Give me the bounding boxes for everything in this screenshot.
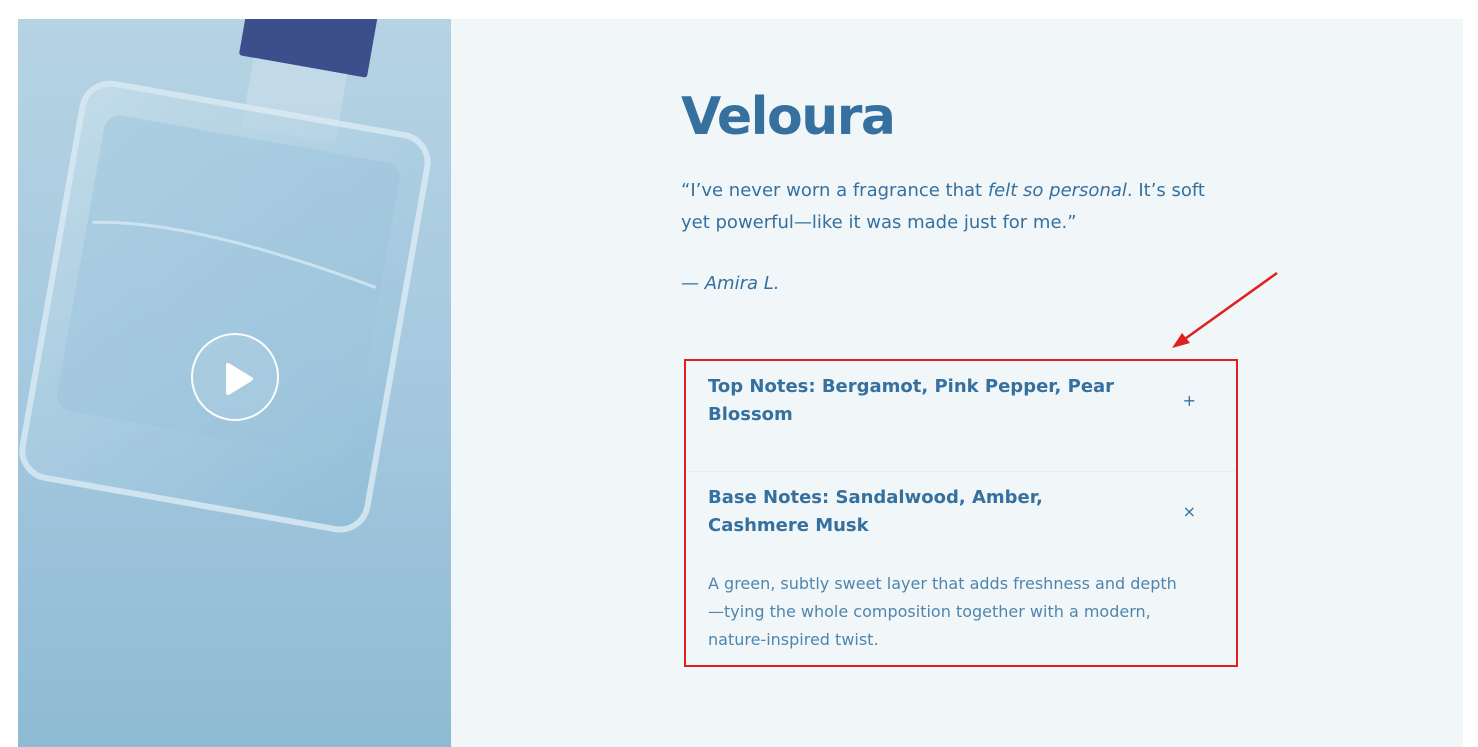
product-video[interactable] <box>18 19 451 747</box>
accordion-title: Base Notes: Sandalwood, Amber, Cashmere … <box>708 487 1043 536</box>
accordion-body: A green, subtly sweet layer that adds fr… <box>708 574 1177 649</box>
testimonial-author: — Amira L. <box>681 273 780 294</box>
fragrance-notes-accordion: Top Notes: Bergamot, Pink Pepper, Pear B… <box>686 361 1236 654</box>
accordion-item-top-notes: Top Notes: Bergamot, Pink Pepper, Pear B… <box>686 361 1236 471</box>
testimonial-panel: Veloura “I’ve never worn a fragrance tha… <box>451 19 1463 747</box>
play-icon <box>226 363 253 395</box>
accordion-header-base-notes[interactable]: Base Notes: Sandalwood, Amber, Cashmere … <box>686 472 1236 582</box>
accordion-header-top-notes[interactable]: Top Notes: Bergamot, Pink Pepper, Pear B… <box>686 361 1236 471</box>
testimonial-quote: “I’ve never worn a fragrance that felt s… <box>681 175 1221 239</box>
accordion-item-base-notes: Base Notes: Sandalwood, Amber, Cashmere … <box>686 472 1236 654</box>
collapse-icon[interactable]: × <box>1183 502 1196 521</box>
quote-emphasis: felt so personal <box>987 180 1127 201</box>
product-title: Veloura <box>681 87 896 147</box>
play-button[interactable] <box>191 333 279 421</box>
quote-text-start: “I’ve never worn a fragrance that <box>681 180 988 201</box>
accordion-title: Top Notes: Bergamot, Pink Pepper, Pear B… <box>708 376 1115 425</box>
expand-icon[interactable]: + <box>1183 391 1196 410</box>
